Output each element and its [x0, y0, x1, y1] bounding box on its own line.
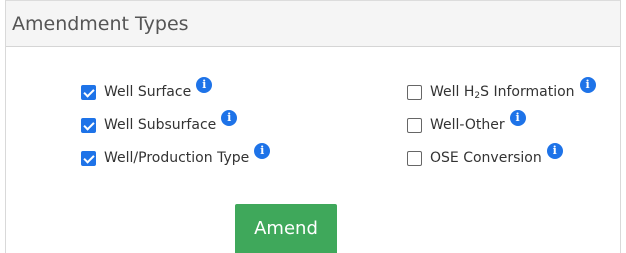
- option-well-other[interactable]: Well-Other i: [407, 110, 526, 136]
- well-h2s-information-label: Well H2S Information: [430, 84, 575, 101]
- well-surface-checkbox[interactable]: [81, 84, 96, 100]
- amend-button[interactable]: Amend: [235, 204, 337, 253]
- info-circle-icon[interactable]: i: [546, 143, 563, 159]
- well-surface-label: Well Surface: [104, 84, 192, 100]
- option-ose-conversion[interactable]: OSE Conversion i: [407, 143, 563, 169]
- well-h2s-information-checkbox[interactable]: [407, 84, 422, 100]
- info-circle-icon[interactable]: i: [254, 143, 271, 159]
- info-circle-icon[interactable]: i: [579, 77, 596, 93]
- option-well-production-type[interactable]: Well/Production Type i: [81, 143, 271, 169]
- info-circle-icon[interactable]: i: [221, 110, 238, 126]
- info-circle-icon[interactable]: i: [509, 110, 526, 126]
- well-subsurface-checkbox[interactable]: [81, 117, 96, 133]
- option-well-subsurface[interactable]: Well Subsurface i: [81, 110, 238, 136]
- well-subsurface-label: Well Subsurface: [104, 117, 217, 133]
- panel-header: Amendment Types: [6, 0, 620, 47]
- info-circle-icon[interactable]: i: [196, 77, 213, 93]
- option-well-h2s-information[interactable]: Well H2S Information i: [407, 77, 596, 103]
- well-production-type-label: Well/Production Type: [104, 150, 250, 166]
- option-well-surface[interactable]: Well Surface i: [81, 77, 213, 103]
- well-other-label: Well-Other: [430, 117, 505, 133]
- ose-conversion-label: OSE Conversion: [430, 150, 542, 166]
- panel-title: Amendment Types: [12, 13, 189, 35]
- well-production-type-checkbox[interactable]: [81, 150, 96, 166]
- ose-conversion-checkbox[interactable]: [407, 150, 422, 166]
- well-other-checkbox[interactable]: [407, 117, 422, 133]
